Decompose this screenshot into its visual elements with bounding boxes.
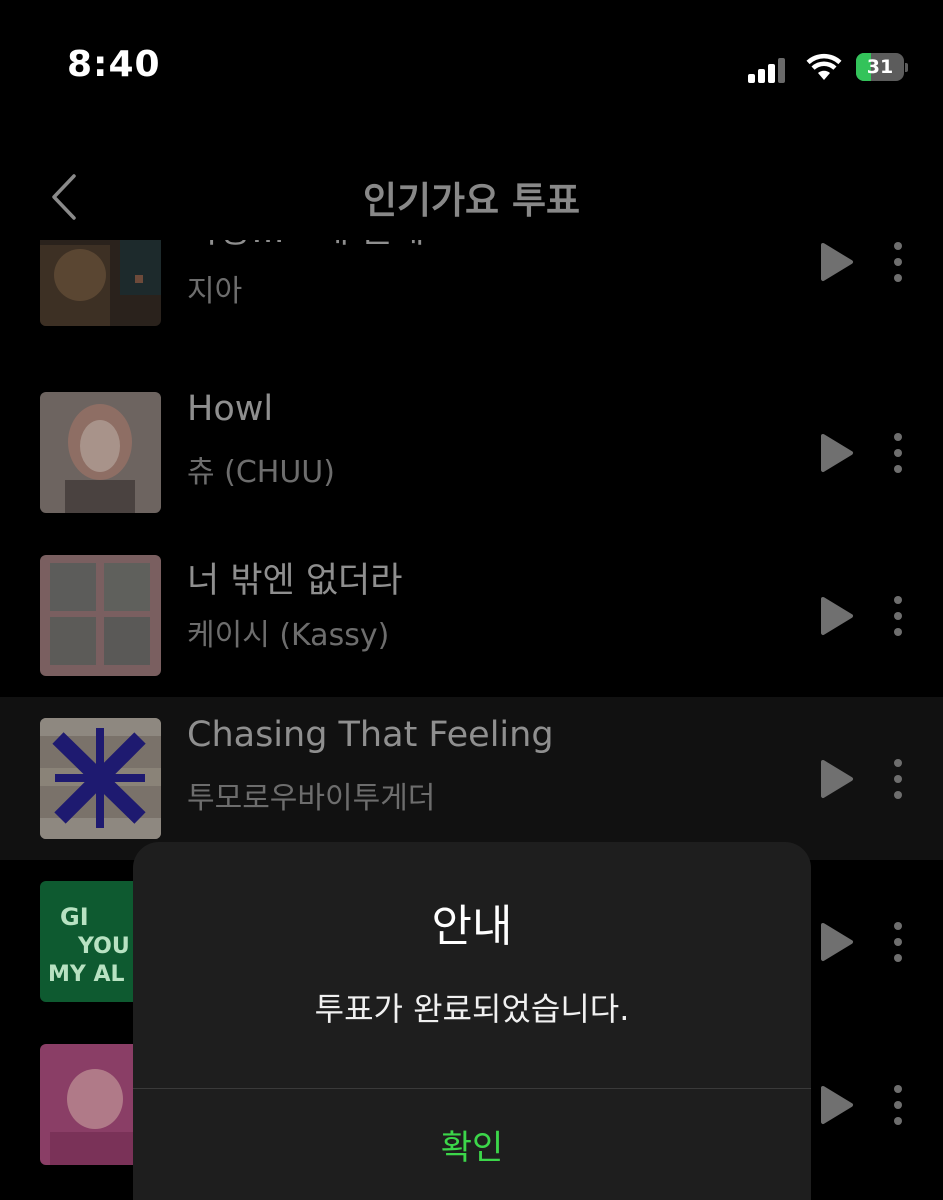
list-item[interactable]: 너 밖엔 없더라 케이시 (Kassy) bbox=[0, 534, 943, 697]
play-icon[interactable] bbox=[818, 759, 854, 799]
svg-text:YOU: YOU bbox=[77, 934, 130, 959]
svg-text:MY AL: MY AL bbox=[48, 962, 125, 987]
play-icon[interactable] bbox=[818, 242, 854, 282]
play-icon[interactable] bbox=[818, 922, 854, 962]
list-item[interactable]: Howl 츄 (CHUU) bbox=[0, 371, 943, 534]
song-title: 사랑...그게 뭔데 bbox=[187, 240, 425, 253]
song-artist: 투모로우바이투게더 bbox=[187, 781, 436, 816]
dialog-title: 안내 bbox=[431, 901, 513, 952]
list-item-selected[interactable]: Chasing That Feeling 투모로우바이투게더 bbox=[0, 697, 943, 860]
confirm-button[interactable]: 확인 bbox=[133, 1089, 811, 1200]
album-art bbox=[40, 392, 161, 513]
battery-icon: 31 bbox=[856, 53, 908, 81]
more-options-icon[interactable] bbox=[884, 431, 912, 475]
song-artist: 츄 (CHUU) bbox=[187, 455, 335, 490]
svg-text:GI: GI bbox=[60, 903, 89, 931]
page-title: 인기가요 투표 bbox=[362, 179, 581, 222]
more-options-icon[interactable] bbox=[884, 1083, 912, 1127]
song-title: 너 밖엔 없더라 bbox=[187, 561, 403, 601]
play-icon[interactable] bbox=[818, 433, 854, 473]
song-artist: 지아 bbox=[187, 274, 243, 309]
album-art bbox=[40, 718, 161, 839]
more-options-icon[interactable] bbox=[884, 240, 912, 284]
alert-dialog: 안내 투표가 완료되었습니다. 확인 bbox=[133, 842, 811, 1200]
album-art bbox=[40, 555, 161, 676]
status-time: 8:40 bbox=[67, 44, 161, 85]
cellular-signal-icon bbox=[748, 57, 786, 83]
song-artist: 케이시 (Kassy) bbox=[187, 618, 390, 653]
wifi-icon bbox=[806, 53, 842, 80]
status-bar: 8:40 31 bbox=[0, 0, 943, 130]
play-icon[interactable] bbox=[818, 1085, 854, 1125]
list-item[interactable]: 사랑...그게 뭔데 지아 bbox=[0, 240, 943, 347]
play-icon[interactable] bbox=[818, 596, 854, 636]
more-options-icon[interactable] bbox=[884, 594, 912, 638]
song-title: Howl bbox=[187, 389, 274, 429]
more-options-icon[interactable] bbox=[884, 920, 912, 964]
song-title: Chasing That Feeling bbox=[187, 715, 554, 755]
album-art bbox=[40, 240, 161, 326]
battery-percent: 31 bbox=[866, 56, 894, 78]
more-options-icon[interactable] bbox=[884, 757, 912, 801]
dialog-message: 투표가 완료되었습니다. bbox=[314, 990, 630, 1028]
